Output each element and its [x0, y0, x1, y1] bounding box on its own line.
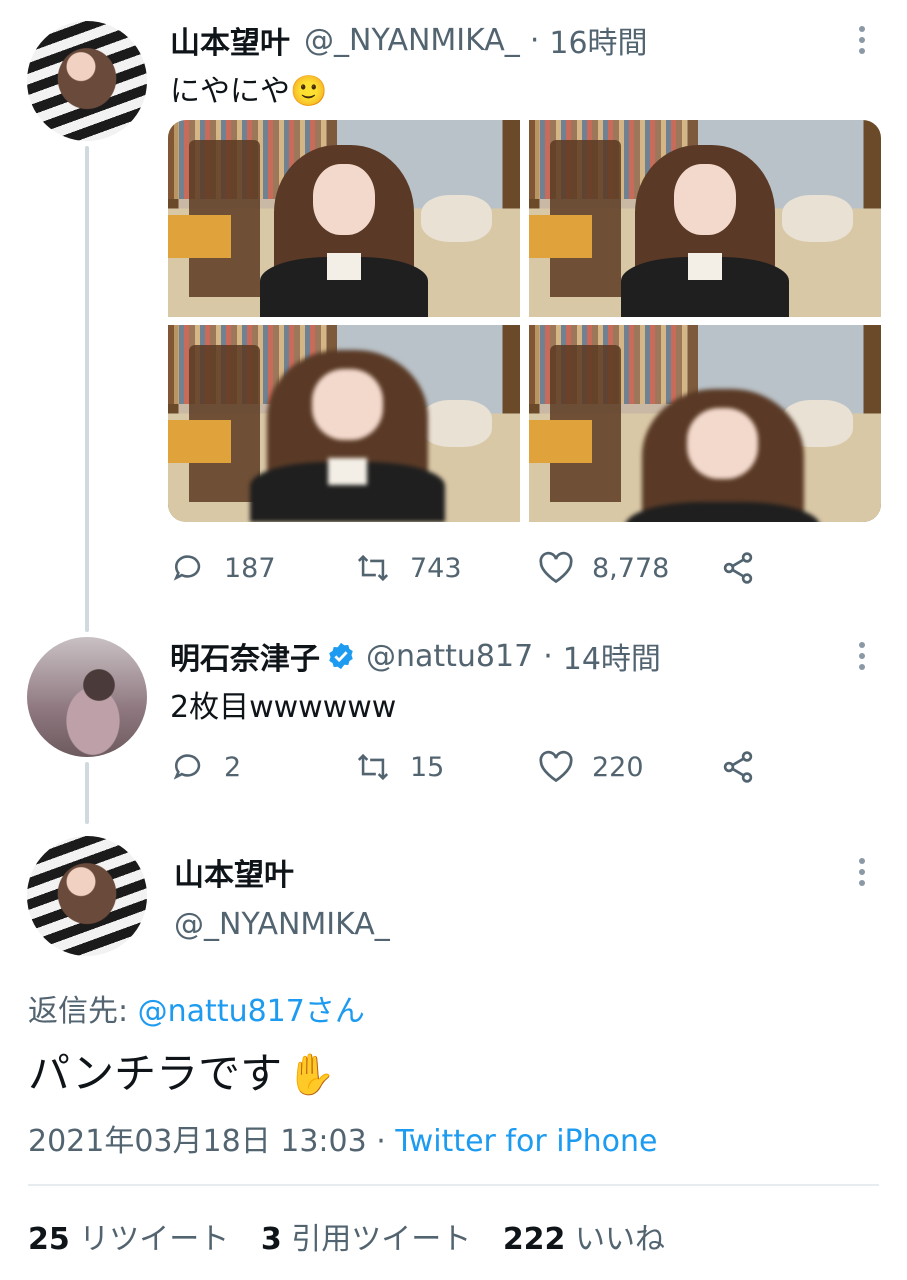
heart-icon [539, 551, 573, 584]
quote-stat-label: 引用ツイート [291, 1222, 472, 1257]
retweet-button[interactable]: 15 [354, 750, 444, 784]
divider [28, 1184, 879, 1186]
display-name[interactable]: 明石奈津子 [170, 634, 320, 678]
quote-stat-count: 3 [260, 1222, 282, 1257]
timestamp[interactable]: 16時間 [549, 18, 647, 62]
reply-icon [173, 754, 201, 780]
tweet-source-link[interactable]: Twitter for iPhone [395, 1124, 657, 1159]
tweet-text-body: にやにや [170, 74, 290, 109]
share-icon [723, 552, 753, 584]
reply-button[interactable]: 187 [172, 551, 276, 585]
reply-icon [173, 555, 201, 581]
main-tweet-text: パンチラです ✋ [28, 1040, 336, 1101]
engagement-stats: 25 リツイート 3 引用ツイート 222 いいね [28, 1214, 665, 1258]
display-name[interactable]: 山本望叶 [170, 18, 290, 62]
retweet-stat[interactable]: 25 リツイート [28, 1222, 239, 1257]
tweet-header: 山本望叶 @_NYANMIKA_ · 16時間 [170, 18, 648, 62]
retweet-icon [357, 554, 389, 582]
reply-count: 2 [224, 751, 242, 783]
like-stat-count: 222 [502, 1222, 566, 1257]
main-tweet-body: パンチラです [28, 1049, 283, 1098]
more-options-icon[interactable] [857, 858, 867, 891]
separator-dot: · [376, 1124, 386, 1159]
tweet-datetime[interactable]: 2021年03月18日 13:03 [28, 1124, 367, 1159]
tweet-text: にやにや🙂 [170, 66, 327, 110]
photo-3[interactable] [168, 325, 520, 522]
separator-dot: · [529, 22, 540, 58]
retweet-button[interactable]: 743 [354, 551, 462, 585]
reply-context: 返信先: @nattu817さん [28, 986, 365, 1030]
tweet-text: 2枚目wwwwww [170, 690, 397, 725]
verified-badge-icon [329, 642, 353, 670]
heart-icon [539, 750, 573, 783]
display-name[interactable]: 山本望叶 [174, 850, 294, 894]
retweet-stat-label: リツイート [79, 1222, 230, 1257]
share-button[interactable] [720, 749, 774, 785]
timestamp[interactable]: 14時間 [563, 634, 661, 678]
separator-dot: · [543, 638, 553, 674]
quote-stat[interactable]: 3 引用ツイート [261, 1222, 481, 1257]
reply-to-user-link[interactable]: @nattu817さん [138, 994, 365, 1029]
retweet-icon [357, 753, 389, 781]
like-count: 8,778 [592, 552, 670, 584]
reply-button[interactable]: 2 [172, 750, 241, 784]
smile-emoji: 🙂 [290, 74, 328, 109]
user-handle[interactable]: @_NYANMIKA_ [304, 23, 520, 58]
avatar[interactable] [27, 21, 147, 141]
like-button[interactable]: 8,778 [538, 551, 669, 585]
share-icon [723, 751, 753, 783]
like-stat[interactable]: 222 いいね [503, 1222, 665, 1257]
like-stat-label: いいね [574, 1222, 665, 1257]
avatar[interactable] [27, 637, 147, 757]
retweet-count: 743 [410, 552, 462, 584]
photo-grid [168, 120, 881, 522]
user-handle[interactable]: @_NYANMIKA_ [174, 907, 390, 942]
photo-2[interactable] [529, 120, 881, 317]
reply-to-label: 返信先: [28, 994, 129, 1029]
photo-1[interactable] [168, 120, 520, 317]
photo-4[interactable] [529, 325, 881, 522]
retweet-count: 15 [410, 751, 445, 783]
tweet-actions: 187 743 8,778 [0, 548, 907, 588]
reply-count: 187 [224, 552, 276, 584]
retweet-stat-count: 25 [28, 1222, 70, 1257]
raised-hand-emoji: ✋ [286, 1052, 336, 1098]
share-button[interactable] [720, 550, 774, 586]
tweet-meta: 2021年03月18日 13:03 · Twitter for iPhone [28, 1116, 657, 1160]
tweet-header: 明石奈津子 @nattu817 · 14時間 [170, 634, 661, 678]
avatar[interactable] [27, 836, 147, 956]
more-options-icon[interactable] [857, 642, 867, 675]
user-handle[interactable]: @nattu817 [366, 639, 533, 674]
like-count: 220 [592, 751, 644, 783]
like-button[interactable]: 220 [538, 750, 644, 784]
tweet-actions: 2 15 220 [0, 747, 907, 787]
more-options-icon[interactable] [857, 26, 867, 59]
